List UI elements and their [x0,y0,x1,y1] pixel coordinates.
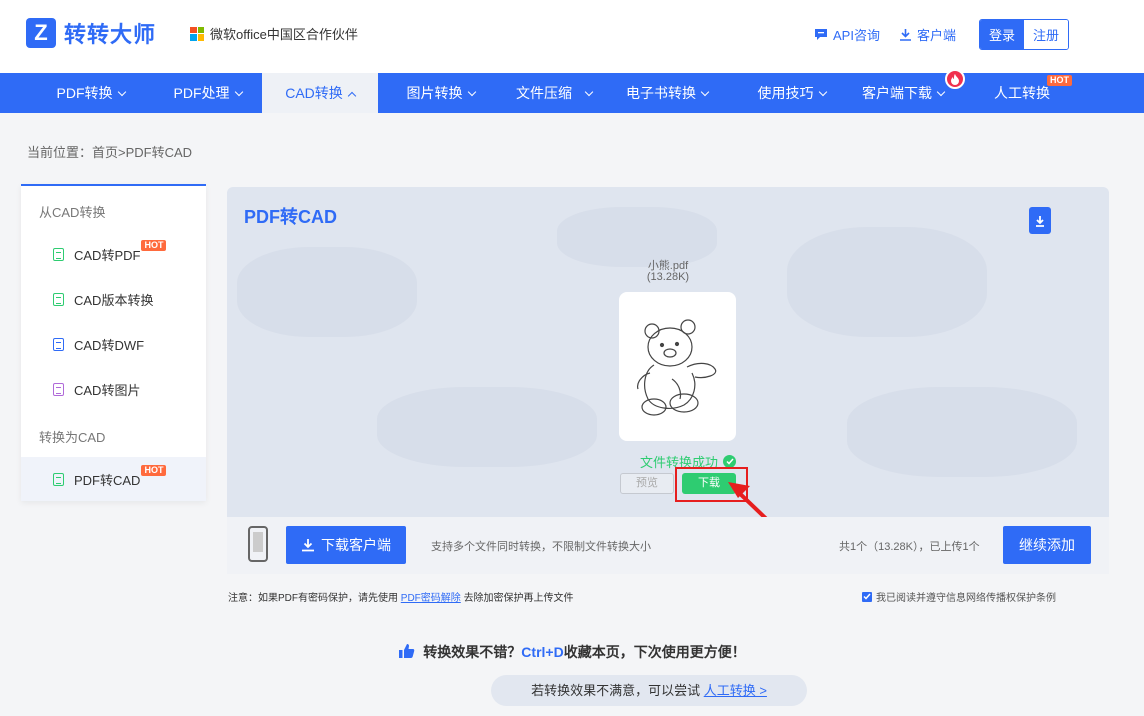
bookmark-download-button[interactable] [1029,207,1051,234]
file-icon [53,382,64,396]
register-button[interactable]: 注册 [1024,20,1069,49]
agreement[interactable]: 我已阅读并遵守信息网络传播权保护条例 [862,589,1056,604]
multi-file-tip: 支持多个文件同时转换，不限制文件转换大小 [431,541,651,553]
logo-icon: Z [26,18,56,48]
logo[interactable]: Z 转转大师 [26,17,156,49]
hot-badge: HOT [141,239,167,251]
bookmark-promo: 转换效果不错？Ctrl+D收藏本页，下次使用更方便！ [0,642,1144,662]
password-note: 注意：如果PDF有密码保护，请先使用 PDF密码解除 去除加密保护再上传文件 [228,593,574,604]
preview-button[interactable]: 预览 [620,473,674,494]
nav-image-convert[interactable]: 图片转换 [403,73,478,113]
chevron-down-icon [467,87,476,97]
login-button[interactable]: 登录 [980,20,1025,49]
thumbs-up-icon [399,644,415,658]
sidebar-item-cad-to-image[interactable]: CAD转图片 [21,367,206,411]
chevron-down-icon [936,87,946,97]
file-icon [53,247,64,261]
sidebar: 从CAD转换 CAD转PDF HOT CAD版本转换 CAD转DWF CAD转图… [21,184,206,501]
chat-icon [815,29,827,40]
chevron-down-icon [117,87,126,97]
microsoft-icon [190,26,204,41]
sidebar-group-to-cad: 转换为CAD [39,430,106,445]
file-icon [53,337,64,351]
chevron-down-icon [818,87,827,97]
hot-badge: HOT [1047,75,1072,86]
sidebar-group-from-cad: 从CAD转换 [39,205,106,220]
nav-client-download[interactable]: 客户端下载 [859,73,947,113]
api-consult-link[interactable]: API咨询 [814,25,880,44]
file-icon [53,472,64,486]
client-link[interactable]: 客户端 [899,25,956,44]
manual-convert-link[interactable]: 人工转换 > [704,683,767,698]
partner-badge: 微软office中国区合作伙伴 [190,24,358,43]
file-thumbnail [619,292,736,441]
chevron-down-icon [234,87,243,97]
manual-convert-tip: 若转换效果不满意，可以尝试 人工转换 > [491,675,807,706]
file-icon [53,292,64,306]
nav-tips[interactable]: 使用技巧 [754,73,829,113]
top-header: Z 转转大师 微软office中国区合作伙伴 API咨询 客户端 登录 注册 [0,0,1144,73]
pdf-password-remove-link[interactable]: PDF密码解除 [401,593,461,604]
auth-buttons: 登录 注册 [979,19,1070,50]
sidebar-item-cad-to-dwf[interactable]: CAD转DWF [21,322,206,366]
chevron-down-icon [700,87,710,97]
nav-manual-convert[interactable]: 人工转换 [992,73,1052,113]
chevron-up-icon [347,91,357,101]
nav-ebook-convert[interactable]: 电子书转换 [622,73,712,113]
nav-pdf-process[interactable]: PDF处理 [170,73,245,113]
logo-text: 转转大师 [64,22,157,47]
nav-cad-convert[interactable]: CAD转换 [262,73,378,113]
download-icon [900,29,911,41]
upload-count: 共1个（13.28K），已上传1个 [839,541,980,553]
sidebar-item-cad-to-pdf[interactable]: CAD转PDF HOT [21,232,206,276]
file-size: (13.28K) [646,271,690,283]
sidebar-item-cad-version[interactable]: CAD版本转换 [21,277,206,321]
bear-drawing [636,318,716,416]
download-arrow-icon [1036,215,1044,227]
conversion-panel: PDF转CAD 小熊.pdf (13.28K) 文件转换成功 预览 下载 [227,187,1109,517]
nav-file-compress[interactable]: 文件压缩 [513,73,595,113]
continue-add-button[interactable]: 继续添加 [1003,526,1091,564]
hot-badge: HOT [141,464,167,476]
phone-icon [248,526,268,562]
main-nav: PDF转换 PDF处理 CAD转换 图片转换 文件压缩 电子书转换 使用技巧 客… [0,73,1144,113]
agreement-checkbox[interactable] [862,591,872,602]
panel-title: PDF转CAD [244,207,337,227]
download-icon [302,539,314,552]
download-client-button[interactable]: 下载客户端 [286,526,406,564]
sidebar-item-pdf-to-cad[interactable]: PDF转CAD HOT [21,457,206,501]
action-bar: 下载客户端 支持多个文件同时转换，不限制文件转换大小 共1个（13.28K），已… [227,517,1109,574]
breadcrumb: 当前位置：首页>PDF转CAD [27,145,193,160]
nav-pdf-convert[interactable]: PDF转换 [53,73,128,113]
fire-icon [945,69,965,89]
chevron-down-icon [584,87,594,97]
partner-text: 微软office中国区合作伙伴 [210,27,358,42]
